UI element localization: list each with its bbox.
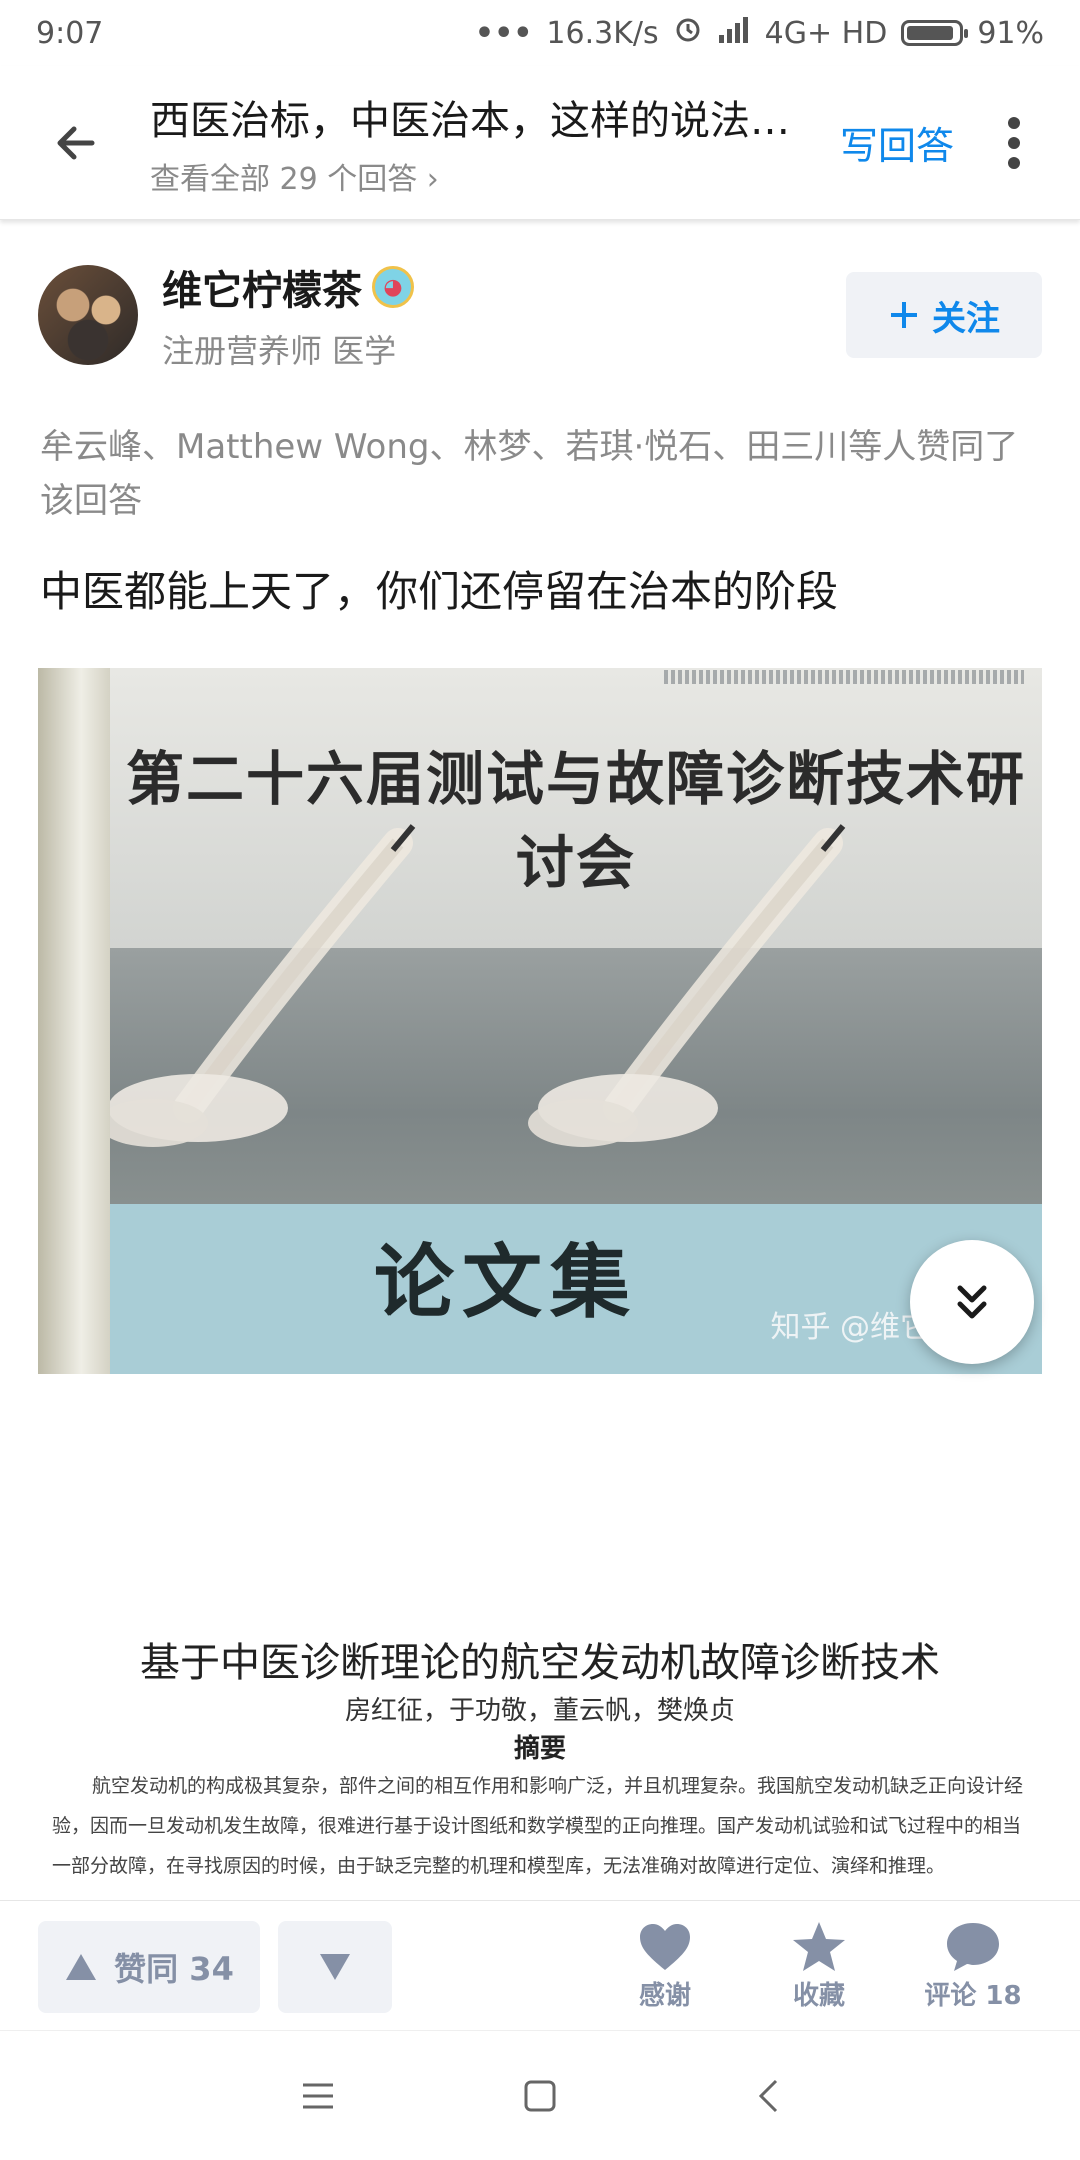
heart-icon (640, 1924, 690, 1970)
cover-header-line (664, 670, 1024, 684)
network-type: 4G+ HD (764, 15, 888, 51)
nav-menu-button[interactable] (288, 2066, 348, 2126)
comment-bubble-icon (947, 1923, 999, 1971)
avatar[interactable] (38, 265, 138, 365)
more-dots-icon: ••• (474, 15, 533, 51)
paper-abstract: 航空发动机的构成极其复杂，部件之间的相互作用和影响广泛，并且机理复杂。我国航空发… (52, 1775, 1024, 1877)
paper-title: 基于中医诊断理论的航空发动机故障诊断技术 (140, 1640, 940, 1686)
cover-title: 第二十六届测试与故障诊断技术研讨会 (125, 745, 1026, 897)
comment-label: 评论 18 (924, 1981, 1022, 2011)
watermark: 知乎 @维它 (770, 1310, 930, 1345)
upvote-label: 赞同 34 (114, 1950, 234, 1988)
question-header[interactable]: 西医治标，中医治本，这样的说法… 查看全部 29 个回答 › (150, 88, 830, 198)
follow-label: 关注 (932, 298, 1000, 339)
double-chevron-down-icon (957, 1285, 987, 1319)
battery-icon (901, 20, 969, 46)
author-info: 维它柠檬茶 ◕ 注册营养师 医学 (162, 258, 846, 372)
likers-text: 牟云峰、Matthew Wong、林梦、若琪·悦石、田三川等人赞同了该回答 (40, 427, 1019, 521)
thanks-button[interactable]: 感谢 (600, 1919, 730, 2019)
author-name-line: 维它柠檬茶 ◕ (162, 258, 846, 316)
nav-back-button[interactable] (738, 2066, 798, 2126)
back-arrow-icon (57, 126, 95, 159)
menu-icon (303, 2083, 333, 2109)
plus-icon (891, 302, 917, 328)
author-row: 维它柠檬茶 ◕ 注册营养师 医学 关注 (38, 260, 1042, 370)
write-answer-button[interactable]: 写回答 (840, 115, 954, 170)
star-icon (793, 1922, 845, 1971)
view-all-answers-link[interactable]: 查看全部 29 个回答 › (150, 154, 830, 198)
action-bar: 赞同 34 感谢 收藏 评论 18 (0, 1900, 1080, 2030)
network-speed: 16.3K/s (546, 15, 659, 51)
author-name[interactable]: 维它柠檬茶 (162, 258, 362, 316)
collect-label: 收藏 (792, 1981, 845, 2011)
app-header: 西医治标，中医治本，这样的说法… 查看全部 29 个回答 › 写回答 (0, 66, 1080, 220)
back-button[interactable] (36, 103, 116, 183)
status-time: 9:07 (36, 15, 104, 51)
more-options-button[interactable] (984, 103, 1044, 183)
conference-cover-image[interactable]: 第二十六届测试与故障诊断技术研讨会 论文集 知乎 @维它 (38, 668, 1042, 1374)
author-description: 注册营养师 医学 (162, 332, 397, 370)
more-vertical-icon (1008, 116, 1021, 169)
battery-percent: 91% (977, 15, 1044, 51)
triangle-up-icon (66, 1954, 97, 1980)
thanks-label: 感谢 (638, 1981, 691, 2011)
follow-button[interactable]: 关注 (846, 272, 1042, 358)
alarm-icon (673, 14, 703, 52)
question-title[interactable]: 西医治标，中医治本，这样的说法… (150, 88, 830, 146)
system-nav-bar (0, 2030, 1080, 2160)
status-bar: 9:07 ••• 16.3K/s 4G+ HD 91% (0, 0, 1080, 66)
answer-text: 中医都能上天了，你们还停留在治本的阶段 (40, 567, 839, 616)
next-answer-button[interactable] (910, 1240, 1034, 1364)
home-square-icon (524, 2080, 556, 2112)
paper-authors: 房红征，于功敬，董云帆，樊焕贞 (344, 1696, 735, 1726)
verified-badge-icon: ◕ (372, 266, 414, 308)
signal-icon (717, 15, 751, 51)
status-indicators: ••• 16.3K/s 4G+ HD 91% (475, 14, 1044, 52)
comment-button[interactable]: 评论 18 (908, 1919, 1038, 2019)
paper-abstract-image[interactable]: 基于中医诊断理论的航空发动机故障诊断技术 房红征，于功敬，董云帆，樊焕贞 摘要 … (38, 1380, 1042, 1900)
downvote-button[interactable] (278, 1921, 392, 2013)
upvote-button[interactable]: 赞同 34 (38, 1921, 260, 2013)
paper-abstract-heading: 摘要 (513, 1734, 566, 1764)
triangle-down-icon (320, 1954, 350, 1980)
collect-button[interactable]: 收藏 (754, 1919, 884, 2019)
nav-home-button[interactable] (510, 2066, 570, 2126)
back-chevron-icon (758, 2079, 778, 2113)
cover-page-edge (38, 668, 110, 1374)
battery-level (907, 26, 953, 40)
